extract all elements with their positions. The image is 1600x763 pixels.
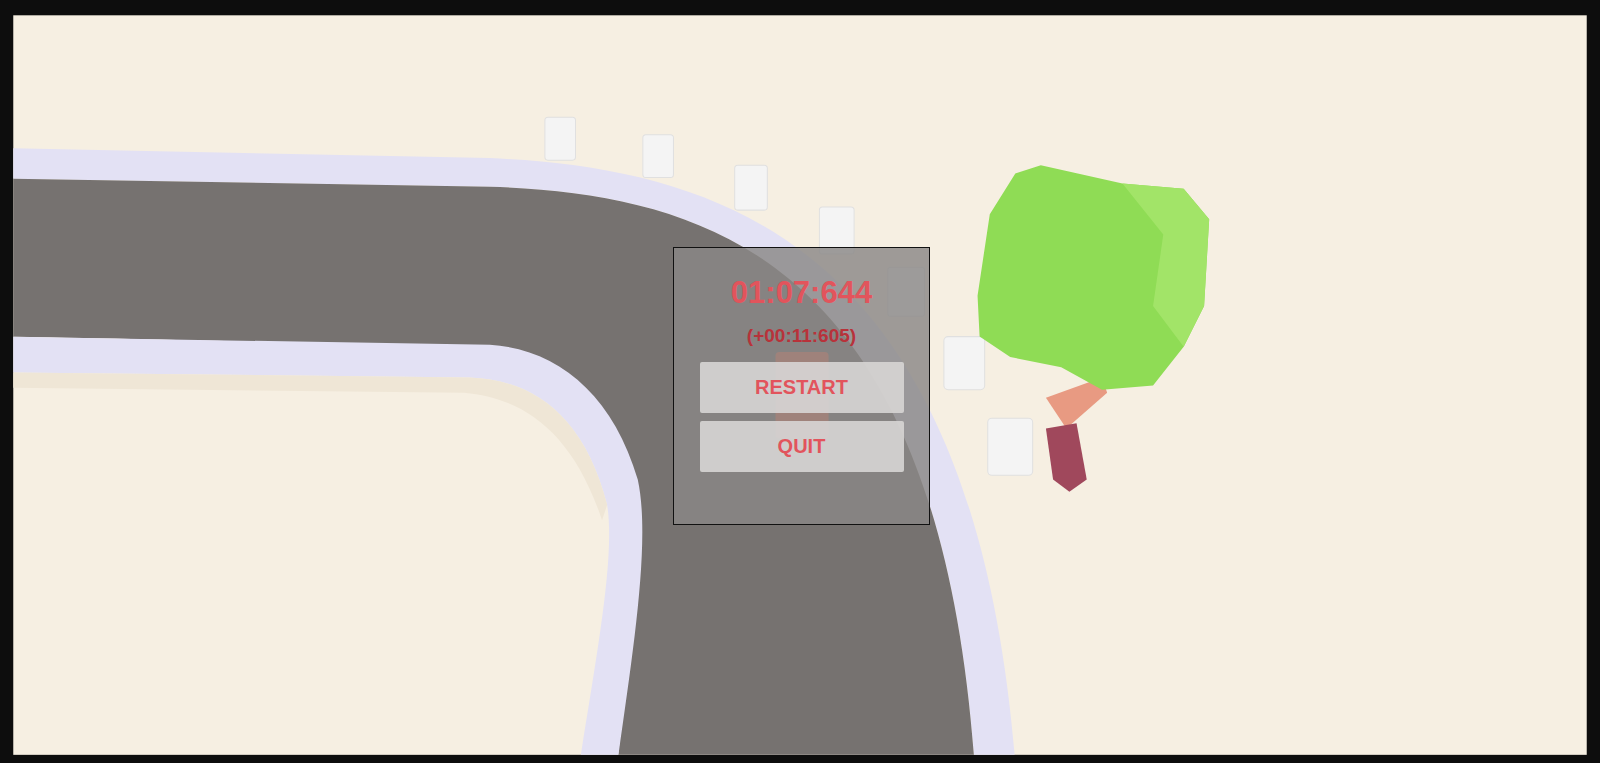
- inner-curb: [13, 337, 642, 755]
- button-group: RESTART QUIT: [700, 362, 904, 472]
- game-stage: 01:07:644 (+00:11:605) RESTART QUIT: [0, 0, 1600, 763]
- restart-button[interactable]: RESTART: [700, 362, 904, 413]
- road: [13, 179, 974, 755]
- outer-curb: [13, 148, 1015, 755]
- time-delta: (+00:11:605): [747, 325, 856, 348]
- result-dialog: 01:07:644 (+00:11:605) RESTART QUIT: [673, 247, 930, 525]
- quit-button[interactable]: QUIT: [700, 421, 904, 472]
- lap-time: 01:07:644: [731, 274, 872, 311]
